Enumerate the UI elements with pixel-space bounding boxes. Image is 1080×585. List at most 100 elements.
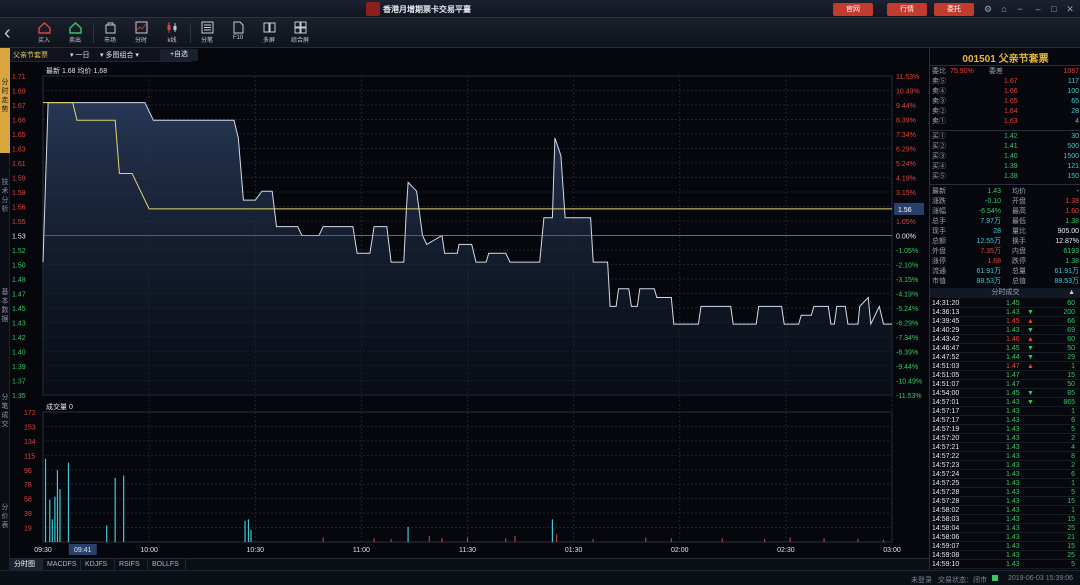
sell-order-row[interactable]: 卖⑤ 1.67 117 [932, 77, 1079, 86]
tick-row[interactable]: 14:57:22 1.43 8 [932, 452, 1079, 461]
tick-row[interactable]: 14:40:29 1.43 ▼ 69 [932, 326, 1079, 335]
sell-order-row[interactable]: 卖③ 1.65 65 [932, 97, 1079, 106]
tick-row[interactable]: 14:57:28 1.43 5 [932, 488, 1079, 497]
back-icon[interactable]: ‹ [4, 22, 18, 44]
tick-time: 14:46:47 [932, 345, 960, 352]
volume-tick-label: 172 [24, 410, 36, 417]
tick-row[interactable]: 14:51:05 1.47 15 [932, 371, 1079, 380]
tick-row[interactable]: 14:58:02 1.43 1 [932, 506, 1079, 515]
quote-button[interactable]: 行情 [887, 3, 927, 16]
settings-icon[interactable]: ⚙ [982, 3, 994, 15]
intraday-chart[interactable]: 1.71 11.53% 1.69 10.49% 1.67 9.44% 1.66 8.39% 1.… [10, 62, 929, 558]
order-button[interactable]: 委托 [934, 3, 974, 16]
tick-row[interactable]: 14:51:03 1.47 ▲ 1 [932, 362, 1079, 371]
tick-time: 14:58:03 [932, 516, 960, 523]
tick-row[interactable]: 14:57:20 1.43 2 [932, 434, 1079, 443]
tick-row[interactable]: 14:59:10 1.43 5 [932, 560, 1079, 569]
stat-row: 现手 28 量比 905.00 [932, 227, 1079, 236]
tab-basic-data[interactable]: 基本数据 [0, 288, 10, 348]
sell-tool[interactable]: 卖出 [60, 20, 90, 46]
buy-order-row[interactable]: 买① 1.42 30 [932, 132, 1079, 141]
tick-volume: 6 [1071, 417, 1075, 424]
multi-screen-tool[interactable]: 多屏 [254, 20, 284, 46]
tick-tool[interactable]: 分笔 [192, 20, 222, 46]
tick-row[interactable]: 14:57:17 1.43 1 [932, 407, 1079, 416]
tick-time: 14:47:52 [932, 354, 960, 361]
price-tick-label: 1.35 [12, 393, 26, 400]
time-tick-label: 09:41 [74, 547, 92, 554]
tab-tick-deals[interactable]: 分笔成交 [0, 393, 10, 453]
tick-row[interactable]: 14:59:08 1.43 25 [932, 551, 1079, 560]
price-tick-label: 1.67 [12, 103, 26, 110]
tick-row[interactable]: 14:57:24 1.43 6 [932, 470, 1079, 479]
price-tick-label: 1.55 [12, 219, 26, 226]
tick-row[interactable]: 14:57:25 1.43 1 [932, 479, 1079, 488]
sell-order-row[interactable]: 卖④ 1.66 100 [932, 87, 1079, 96]
tick-row[interactable]: 14:46:47 1.45 ▼ 50 [932, 344, 1079, 353]
tick-price: 1.43 [1006, 327, 1020, 334]
tick-row[interactable]: 14:58:03 1.43 15 [932, 515, 1079, 524]
buy-order-row[interactable]: 买④ 1.39 121 [932, 162, 1079, 171]
pct-tick-label: 8.39% [896, 118, 916, 125]
home-icon[interactable]: ⌂ [998, 3, 1010, 15]
tick-row[interactable]: 14:57:28 1.43 15 [932, 497, 1079, 506]
tick-row[interactable]: 14:59:07 1.43 15 [932, 542, 1079, 551]
quote-panel: 001501 父亲节套票 委比 75.90% 委差 1087 卖⑤ 1.67 117… [929, 48, 1080, 570]
official-site-button[interactable]: 官网 [833, 3, 873, 16]
layout-dropdown[interactable]: ▾ 多图组合 ▾ [100, 50, 139, 60]
tick-row[interactable]: 14:58:06 1.43 21 [932, 533, 1079, 542]
tick-row[interactable]: 14:51:07 1.47 50 [932, 380, 1079, 389]
tick-row[interactable]: 14:58:04 1.43 25 [932, 524, 1079, 533]
timeshare-tool[interactable]: 分时 [126, 20, 156, 46]
tab-price-table[interactable]: 分价表 [0, 503, 10, 543]
buy-order-row[interactable]: 买③ 1.40 1500 [932, 152, 1079, 161]
tick-row[interactable]: 14:39:45 1.45 ▲ 66 [932, 317, 1079, 326]
stat-label: 量比 [1012, 228, 1026, 235]
tab-timeshare-trend[interactable]: 分时走势 [0, 48, 10, 153]
tick-row[interactable]: 14:47:52 1.44 ▼ 29 [932, 353, 1079, 362]
maximize-icon[interactable]: □ [1048, 3, 1060, 15]
pct-tick-label: -11.53% [896, 393, 922, 400]
buy-order-row[interactable]: 买② 1.41 500 [932, 142, 1079, 151]
stat-label: 现手 [932, 228, 946, 235]
stat-value: 1.38 [1065, 198, 1079, 205]
period-dropdown[interactable]: ▾ 一日 [70, 50, 89, 60]
stat-value: 7.97万 [980, 218, 1001, 225]
tick-row[interactable]: 14:43:42 1.46 ▲ 60 [932, 335, 1079, 344]
composite-screen-tool[interactable]: 综合屏 [285, 20, 315, 46]
tick-time: 14:36:13 [932, 309, 960, 316]
connection-icon [992, 575, 998, 581]
volume-tick-label: 58 [24, 497, 32, 504]
buy-volume: 30 [1071, 133, 1079, 140]
tick-row[interactable]: 14:57:21 1.43 4 [932, 443, 1079, 452]
tick-row[interactable]: 14:57:23 1.43 2 [932, 461, 1079, 470]
tick-row[interactable]: 14:31:20 1.45 60 [932, 299, 1079, 308]
tick-time: 14:57:28 [932, 498, 960, 505]
login-status: 未登录 [911, 577, 932, 584]
buy-order-row[interactable]: 买⑤ 1.38 150 [932, 172, 1079, 181]
buy-tool[interactable]: 买入 [29, 20, 59, 46]
tick-row[interactable]: 14:54:00 1.45 ▼ 85 [932, 389, 1079, 398]
sell-order-row[interactable]: 卖① 1.63 4 [932, 117, 1079, 126]
tab-technical-analysis[interactable]: 技术分析 [0, 178, 10, 238]
stat-value: 61.91万 [976, 268, 1001, 275]
add-watchlist-button[interactable]: +自选 [160, 49, 198, 61]
tick-row[interactable]: 14:57:17 1.43 6 [932, 416, 1079, 425]
stat-label: 涨幅 [932, 208, 946, 215]
minimize-icon[interactable]: − [1014, 3, 1026, 15]
tick-row[interactable]: 14:57:19 1.43 5 [932, 425, 1079, 434]
market-tool[interactable]: 市场 [95, 20, 125, 46]
tick-row[interactable]: 14:57:01 1.43 ▼ 865 [932, 398, 1079, 407]
sell-price: 1.66 [1004, 88, 1018, 95]
kline-tool[interactable]: k线 [157, 20, 187, 46]
tick-row[interactable]: 14:36:13 1.43 ▼ 200 [932, 308, 1079, 317]
close-icon[interactable]: ✕ [1064, 3, 1076, 15]
collapse-icon[interactable]: ▲ [1068, 288, 1075, 298]
f10-tool[interactable]: F10 [223, 20, 253, 46]
tick-time: 14:58:04 [932, 525, 960, 532]
sell-order-row[interactable]: 卖② 1.64 28 [932, 107, 1079, 116]
minimize-window-icon[interactable]: – [1032, 3, 1044, 15]
tick-price: 1.47 [1006, 372, 1020, 379]
price-tick-label: 1.50 [12, 263, 26, 270]
volume-tick-label: 115 [24, 453, 35, 460]
